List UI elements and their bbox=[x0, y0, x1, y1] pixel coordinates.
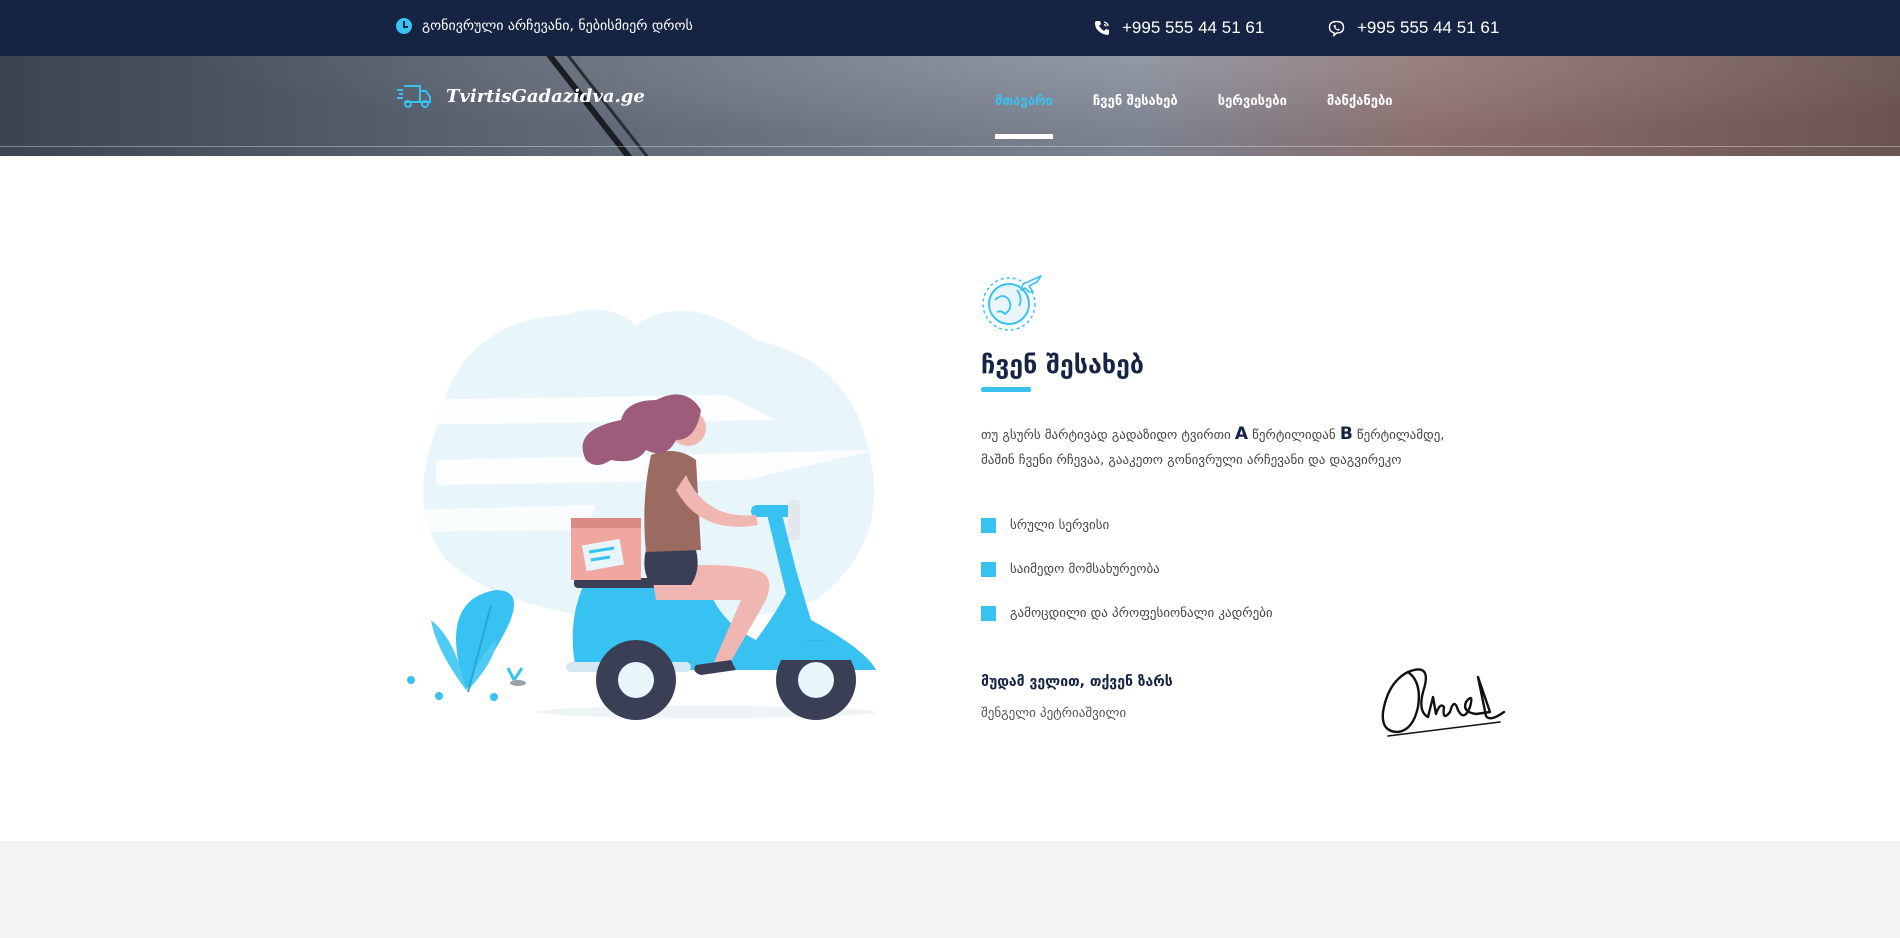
main-nav: მთავარი ჩვენ შესახებ სერვისები მანქანები bbox=[995, 94, 1393, 143]
scooter-headlight bbox=[788, 500, 800, 540]
globe-airplane-icon bbox=[982, 275, 1042, 331]
square-bullet-icon bbox=[981, 561, 996, 577]
flower-dot bbox=[407, 676, 415, 684]
feature-item: საიმედო მომსახურეობა bbox=[981, 547, 1501, 591]
schedule-text: გონივრული არჩევანი, ნებისმიერ დროს bbox=[422, 18, 693, 34]
rider-shorts bbox=[644, 550, 698, 585]
sprout bbox=[506, 667, 524, 681]
scooter-front-wheel-hub bbox=[798, 662, 834, 698]
nav-item-about[interactable]: ჩვენ შესახებ bbox=[1093, 94, 1178, 143]
parcel-box-top bbox=[571, 518, 641, 528]
phone-icon bbox=[1095, 21, 1109, 35]
clock-icon bbox=[396, 18, 412, 34]
nav-item-home[interactable]: მთავარი bbox=[995, 94, 1053, 143]
logo-text: TvirtisGadazidva.ge bbox=[446, 85, 645, 107]
flower-dot bbox=[490, 693, 498, 701]
delivery-truck-icon bbox=[397, 85, 431, 108]
viber-icon bbox=[1328, 20, 1345, 37]
scooter-rear-wheel-hub bbox=[618, 662, 654, 698]
feature-list: სრული სერვისი საიმედო მომსახურეობა გამოც… bbox=[981, 503, 1501, 635]
about-title: ჩვენ შესახებ bbox=[981, 350, 1144, 379]
signer-name: შენგელი პეტრიაშვილი bbox=[981, 706, 1127, 721]
footer-area bbox=[0, 841, 1900, 938]
plant-leaf bbox=[456, 590, 514, 690]
phone-number-1: +995 555 44 51 61 bbox=[1122, 18, 1265, 37]
delivery-scooter-illustration bbox=[396, 309, 876, 720]
feature-label: სრული სერვისი bbox=[1010, 517, 1110, 533]
flower-dot bbox=[435, 692, 443, 700]
about-text-point-a: A bbox=[1234, 424, 1249, 444]
about-text-part1: თუ გსურს მარტივად გადაზიდო ტვირთი bbox=[981, 428, 1235, 443]
pebble bbox=[510, 680, 526, 686]
signature-block: მუდამ ველით, თქვენ ზარს შენგელი პეტრიაშვ… bbox=[981, 674, 1173, 721]
site-header: TvirtisGadazidva.ge მთავარი ჩვენ შესახებ… bbox=[0, 56, 1900, 156]
square-bullet-icon bbox=[981, 605, 996, 621]
header-background bbox=[0, 56, 1900, 156]
illustration-wind-streak bbox=[396, 395, 776, 425]
site-logo[interactable]: TvirtisGadazidva.ge bbox=[396, 82, 645, 110]
phone-link-1[interactable]: +995 555 44 51 61 bbox=[1094, 18, 1264, 38]
phone-link-2[interactable]: +995 555 44 51 61 bbox=[1328, 18, 1499, 38]
about-text-part2: წერტილიდან bbox=[1248, 428, 1340, 443]
feature-label: გამოცდილი და პროფესიონალი კადრები bbox=[1010, 605, 1273, 621]
about-text-point-b: B bbox=[1339, 424, 1353, 444]
title-underline bbox=[981, 387, 1031, 392]
nav-item-services[interactable]: სერვისები bbox=[1218, 94, 1287, 143]
signature-image bbox=[1381, 668, 1506, 737]
phone-number-2: +995 555 44 51 61 bbox=[1357, 18, 1500, 37]
nav-item-vehicles[interactable]: მანქანები bbox=[1327, 94, 1393, 143]
top-bar: გონივრული არჩევანი, ნებისმიერ დროს +995 … bbox=[0, 0, 1900, 56]
about-description: თუ გსურს მარტივად გადაზიდო ტვირთი A წერტ… bbox=[981, 422, 1481, 473]
signature-motto: მუდამ ველით, თქვენ ზარს bbox=[981, 674, 1173, 690]
schedule-info: გონივრული არჩევანი, ნებისმიერ დროს bbox=[396, 18, 693, 34]
header-divider bbox=[0, 146, 1900, 147]
square-bullet-icon bbox=[981, 517, 996, 533]
about-section: ჩვენ შესახებ თუ გსურს მარტივად გადაზიდო … bbox=[981, 270, 1501, 635]
feature-item: სრული სერვისი bbox=[981, 503, 1501, 547]
feature-item: გამოცდილი და პროფესიონალი კადრები bbox=[981, 591, 1501, 635]
feature-label: საიმედო მომსახურეობა bbox=[1010, 561, 1160, 577]
